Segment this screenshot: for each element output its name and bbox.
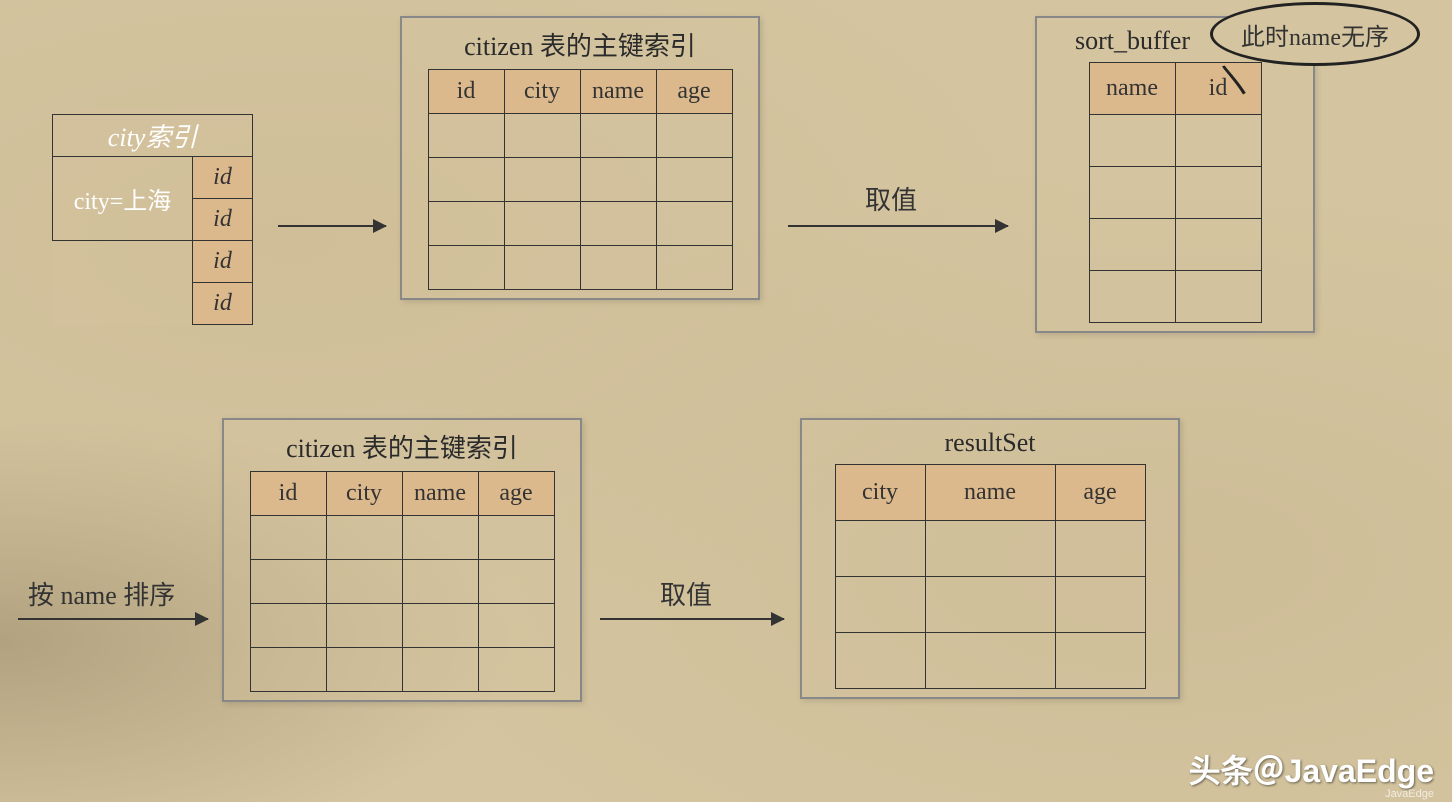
table-row	[250, 560, 554, 604]
primary-index-top-title: citizen 表的主键索引	[410, 26, 750, 63]
col-header: name	[580, 70, 656, 114]
sort-buffer-box: sort_buffer name id	[1035, 16, 1315, 333]
arrow-4	[600, 618, 784, 620]
arrow-4-label: 取值	[660, 575, 712, 612]
table-row	[428, 246, 732, 290]
arrow-3-label: 按 name 排序	[28, 575, 175, 612]
table-row	[250, 604, 554, 648]
city-index-header: city索引	[53, 115, 253, 157]
table-row	[428, 202, 732, 246]
table-row	[250, 648, 554, 692]
city-index-box: city索引 city=上海 id id id id	[52, 108, 253, 325]
col-header: id	[428, 70, 504, 114]
result-set-table: city name age	[835, 464, 1146, 689]
city-index-id: id	[193, 199, 253, 241]
table-row	[835, 633, 1145, 689]
table-row	[250, 516, 554, 560]
table-row	[1089, 271, 1261, 323]
table-row	[1089, 219, 1261, 271]
watermark: 头条＠JavaEdge	[1189, 746, 1434, 792]
city-index-id: id	[193, 241, 253, 283]
col-header: age	[656, 70, 732, 114]
arrow-2	[788, 225, 1008, 227]
primary-index-top-table: id city name age	[428, 69, 733, 290]
arrow-2-label: 取值	[865, 180, 917, 217]
col-header: name	[1089, 63, 1175, 115]
col-header: name	[402, 472, 478, 516]
col-header: city	[835, 465, 925, 521]
table-row	[1089, 167, 1261, 219]
col-header: age	[478, 472, 554, 516]
result-set-title: resultSet	[810, 428, 1170, 458]
table-row	[428, 114, 732, 158]
city-index-filter: city=上海	[53, 157, 193, 241]
table-row	[428, 158, 732, 202]
col-header: name	[925, 465, 1055, 521]
arrow-1	[278, 225, 386, 227]
result-set-box: resultSet city name age	[800, 418, 1180, 699]
table-row	[835, 577, 1145, 633]
col-header: city	[504, 70, 580, 114]
watermark-small: JavaEdge	[1385, 788, 1434, 800]
arrow-3	[18, 618, 208, 620]
primary-index-top-box: citizen 表的主键索引 id city name age	[400, 16, 760, 300]
primary-index-bottom-title: citizen 表的主键索引	[232, 428, 572, 465]
speech-bubble: 此时name无序	[1210, 2, 1420, 66]
col-header: id	[250, 472, 326, 516]
col-header: city	[326, 472, 402, 516]
primary-index-bottom-table: id city name age	[250, 471, 555, 692]
city-index-id: id	[193, 283, 253, 325]
speech-bubble-text: 此时name无序	[1241, 17, 1389, 52]
table-row	[1089, 115, 1261, 167]
col-header: age	[1055, 465, 1145, 521]
table-row	[835, 521, 1145, 577]
primary-index-bottom-box: citizen 表的主键索引 id city name age	[222, 418, 582, 702]
city-index-table: city索引 city=上海 id id id id	[52, 114, 253, 325]
city-index-id: id	[193, 157, 253, 199]
